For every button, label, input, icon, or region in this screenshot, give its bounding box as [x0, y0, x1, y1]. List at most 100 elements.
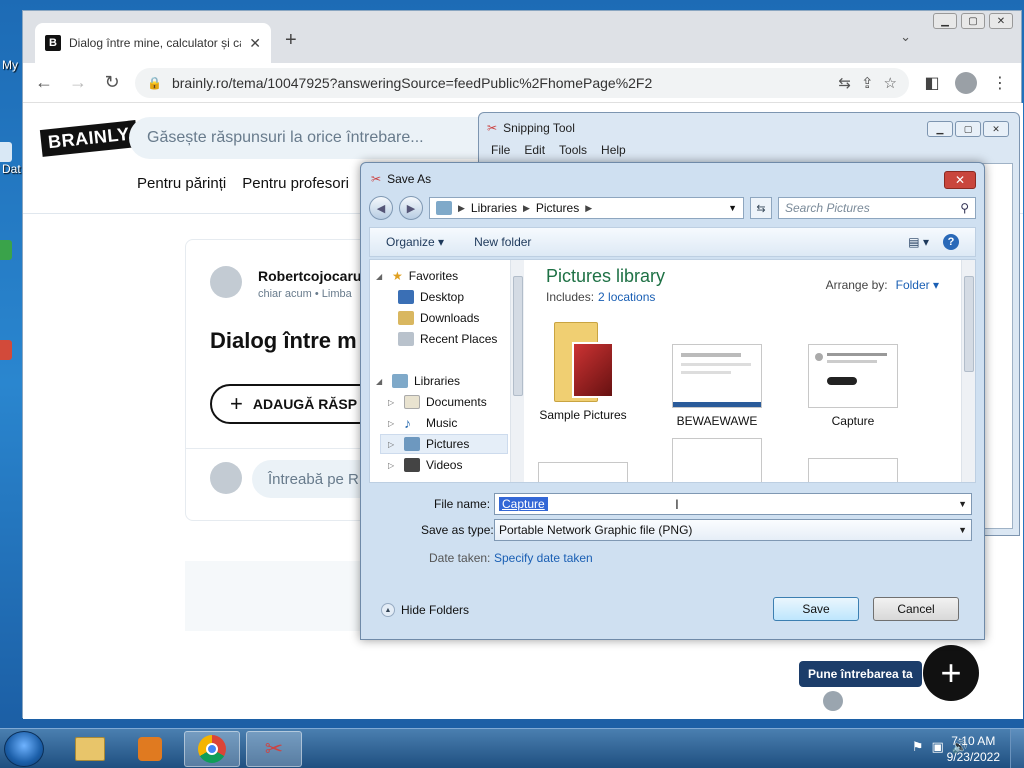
expand-icon[interactable]: ▷ [388, 461, 398, 470]
desktop-icon[interactable] [0, 240, 12, 260]
close-icon[interactable]: ✕ [944, 171, 976, 189]
tree-desktop[interactable]: Desktop [398, 287, 464, 307]
menu-tools[interactable]: Tools [559, 143, 587, 161]
network-icon[interactable]: ▣ [932, 739, 944, 755]
taskbar-chrome[interactable] [184, 731, 240, 767]
tree-music[interactable]: ▷ ♪ Music [388, 413, 457, 433]
scrollbar-thumb[interactable] [964, 276, 974, 372]
share-icon[interactable]: ⇪ [861, 74, 874, 92]
tree-recent-places[interactable]: Recent Places [398, 329, 497, 349]
close-icon[interactable]: ✕ [989, 13, 1013, 29]
search-pictures-input[interactable]: Search Pictures ⚲ [778, 197, 976, 219]
bookmark-star-icon[interactable]: ☆ [884, 74, 897, 92]
tree-downloads[interactable]: Downloads [398, 308, 479, 328]
new-folder-button[interactable]: New folder [474, 235, 531, 249]
ask-question-button[interactable]: Pune întrebarea ta [799, 661, 922, 687]
maximize-icon[interactable]: ▢ [955, 121, 981, 137]
scrollbar-thumb[interactable] [513, 276, 523, 396]
profile-avatar[interactable] [955, 71, 977, 94]
file-name-value[interactable]: Capture [499, 497, 548, 511]
save-type-select[interactable]: Portable Network Graphic file (PNG) ▼ [494, 519, 972, 541]
chevron-down-icon[interactable]: ▼ [958, 499, 967, 509]
help-icon[interactable]: ? [943, 234, 959, 250]
file-item-capture[interactable]: Capture [798, 344, 908, 428]
nav-teachers[interactable]: Pentru profesori [242, 175, 349, 192]
thumbnail-image[interactable] [672, 438, 762, 482]
thumbnail-image[interactable] [538, 462, 628, 482]
author-avatar[interactable] [210, 266, 242, 298]
minimize-icon[interactable]: ▁ [927, 121, 953, 137]
nav-parents[interactable]: Pentru părinți [137, 175, 226, 192]
thumbnail-image[interactable] [808, 458, 898, 482]
arrange-dropdown[interactable]: Folder ▾ [896, 278, 939, 292]
cancel-button[interactable]: Cancel [873, 597, 959, 621]
back-icon[interactable]: ← [33, 72, 55, 93]
organize-button[interactable]: Organize ▾ [386, 235, 444, 249]
forward-icon[interactable]: → [67, 72, 89, 93]
address-bar[interactable]: 🔒 brainly.ro/tema/10047925?answeringSour… [135, 67, 909, 98]
action-center-icon[interactable]: ⚑ [912, 739, 924, 755]
desktop-icon[interactable] [0, 340, 12, 360]
add-question-fab[interactable]: + [923, 645, 979, 701]
tree-documents[interactable]: ▷ Documents [388, 392, 487, 412]
menu-help[interactable]: Help [601, 143, 626, 161]
start-button[interactable] [4, 731, 44, 767]
brainly-logo[interactable]: BRAINLY [39, 120, 139, 157]
expand-icon[interactable]: ▷ [388, 419, 398, 428]
menu-edit[interactable]: Edit [524, 143, 545, 161]
forward-icon[interactable]: ▶ [399, 196, 423, 220]
file-item-bewaewawe[interactable]: BEWAEWAWE [662, 344, 772, 428]
translate-icon[interactable]: ⇆ [838, 74, 851, 92]
reload-icon[interactable]: ↻ [101, 72, 123, 93]
close-icon[interactable]: ✕ [983, 121, 1009, 137]
locations-link[interactable]: 2 locations [598, 290, 655, 304]
view-icon[interactable]: ▤ ▾ [908, 235, 929, 249]
file-view-scrollbar[interactable] [961, 260, 975, 482]
tree-favorites[interactable]: ◢ ★ Favorites [376, 266, 458, 286]
small-avatar[interactable] [823, 691, 843, 711]
tree-pictures[interactable]: ▷ Pictures [380, 434, 508, 454]
menu-file[interactable]: File [491, 143, 510, 161]
refresh-icon[interactable]: ⇆ [750, 197, 772, 219]
expand-icon[interactable]: ◢ [376, 377, 386, 386]
clock[interactable]: 7:10 AM 9/23/2022 [947, 733, 1000, 765]
author-name[interactable]: Robertcojocaru [258, 268, 361, 284]
close-tab-icon[interactable]: ✕ [249, 35, 261, 52]
side-panel-icon[interactable]: ◧ [921, 73, 943, 93]
dialog-title: Save As [387, 172, 432, 186]
new-tab-icon[interactable]: + [285, 29, 297, 52]
tree-videos[interactable]: ▷ Videos [388, 455, 462, 475]
tab-search-icon[interactable]: ⌄ [900, 29, 911, 45]
chevron-down-icon[interactable]: ▼ [958, 525, 967, 535]
expand-icon[interactable]: ▷ [388, 398, 398, 407]
chevron-down-icon[interactable]: ▼ [728, 203, 737, 213]
minimize-icon[interactable]: ▁ [933, 13, 957, 29]
chevron-right-icon[interactable]: ▶ [585, 203, 592, 214]
file-item-sample-pictures[interactable]: Sample Pictures [528, 316, 638, 422]
taskbar-explorer[interactable] [62, 731, 118, 767]
search-icon[interactable]: ⚲ [960, 201, 969, 215]
show-desktop-button[interactable] [1010, 729, 1024, 768]
desktop-icon[interactable] [0, 142, 12, 162]
expand-icon[interactable]: ▷ [388, 440, 398, 449]
save-button[interactable]: Save [773, 597, 859, 621]
breadcrumb-pictures[interactable]: Pictures [536, 201, 579, 215]
taskbar-media-player[interactable] [122, 731, 178, 767]
menu-icon[interactable]: ⋮ [989, 73, 1011, 93]
lock-icon[interactable]: 🔒 [147, 76, 162, 90]
file-name-input[interactable]: Capture I ▼ [494, 493, 972, 515]
back-icon[interactable]: ◀ [369, 196, 393, 220]
browser-tab[interactable]: B Dialog între mine, calculator și ca ✕ [35, 23, 271, 63]
url-text[interactable]: brainly.ro/tema/10047925?answeringSource… [172, 75, 828, 91]
chevron-right-icon[interactable]: ▶ [458, 203, 465, 214]
tree-libraries[interactable]: ◢ Libraries [376, 371, 460, 391]
specify-date-link[interactable]: Specify date taken [494, 551, 593, 565]
breadcrumb[interactable]: ▶ Libraries ▶ Pictures ▶ ▼ [429, 197, 744, 219]
maximize-icon[interactable]: ▢ [961, 13, 985, 29]
hide-folders-button[interactable]: ▲ Hide Folders [381, 603, 469, 617]
expand-icon[interactable]: ◢ [376, 272, 386, 281]
tree-scrollbar[interactable] [510, 260, 524, 482]
taskbar-snipping-tool[interactable]: ✂ [246, 731, 302, 767]
chevron-right-icon[interactable]: ▶ [523, 203, 530, 214]
breadcrumb-libraries[interactable]: Libraries [471, 201, 517, 215]
